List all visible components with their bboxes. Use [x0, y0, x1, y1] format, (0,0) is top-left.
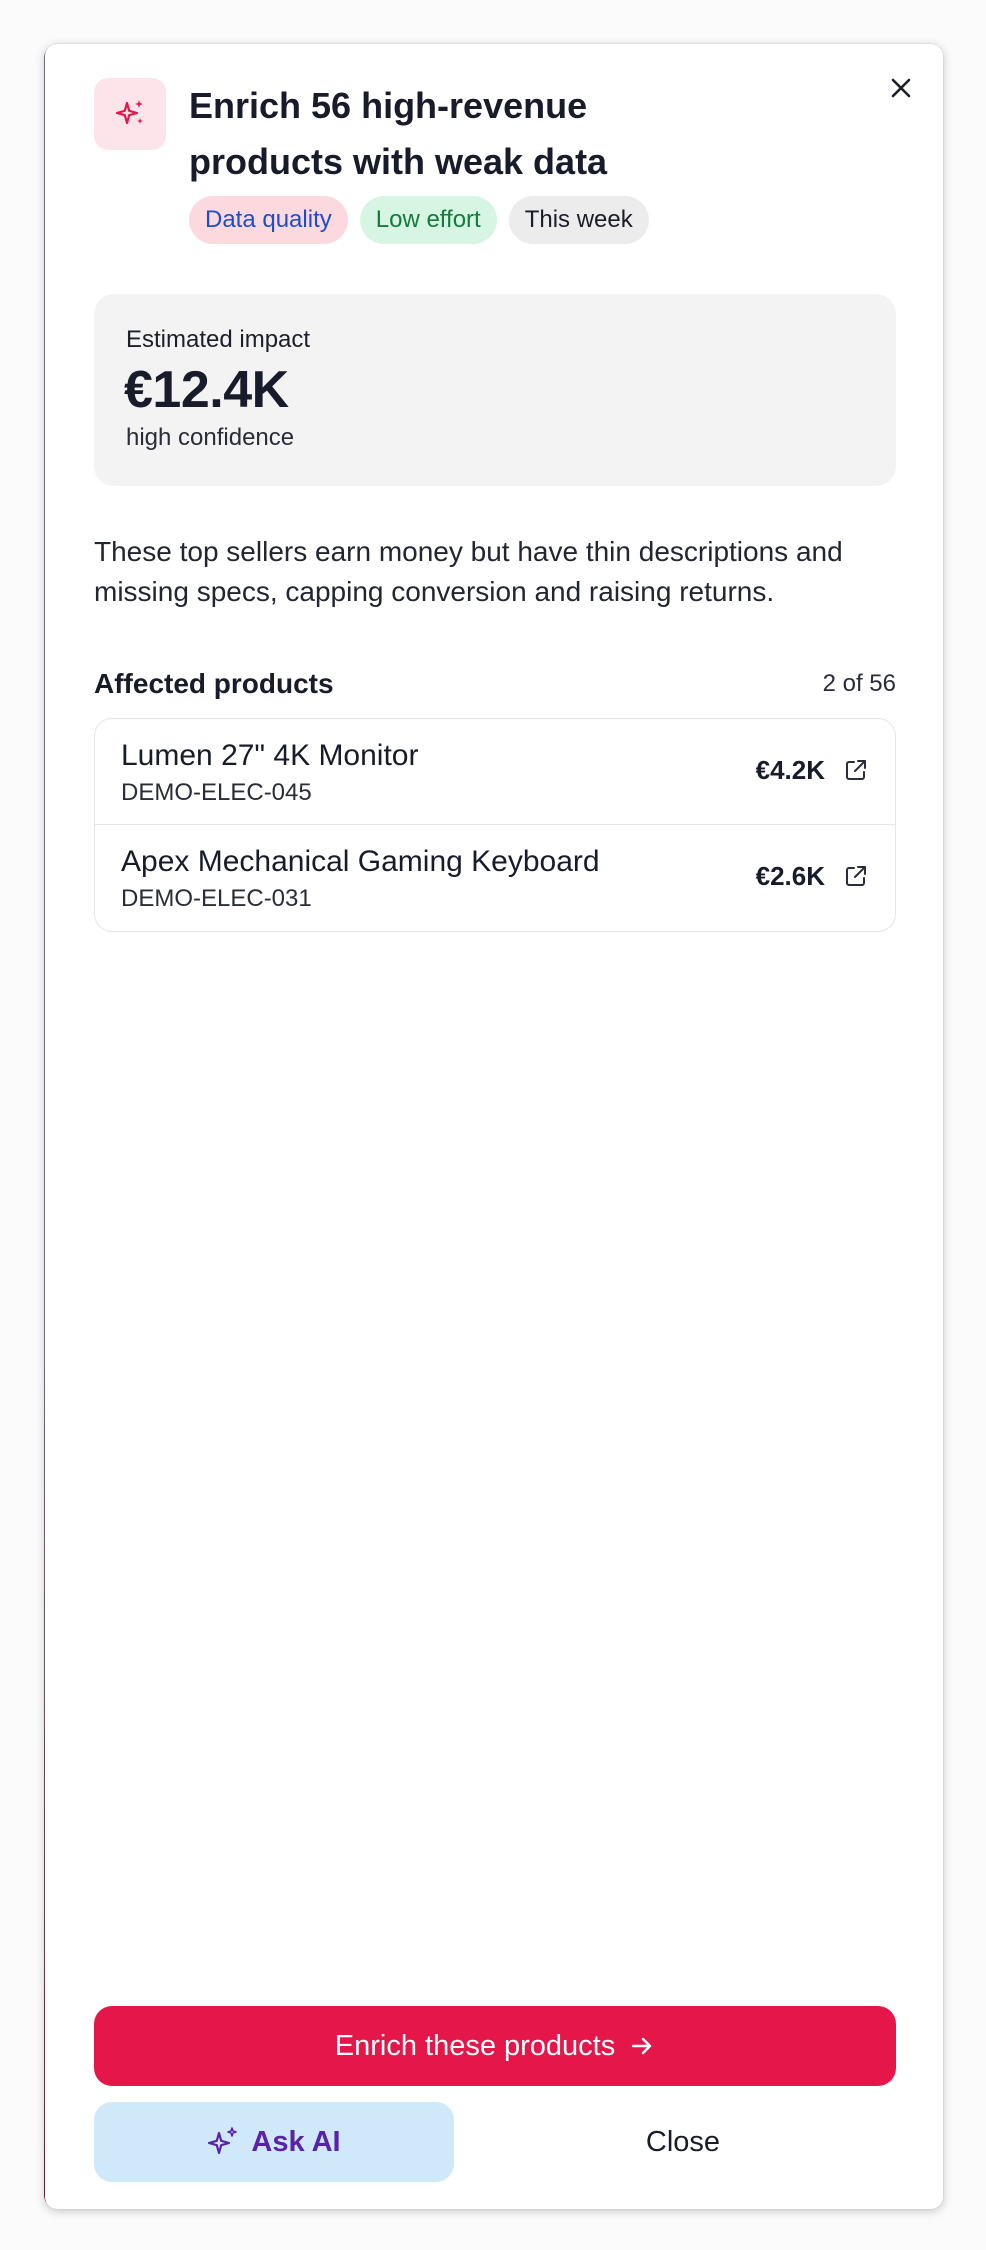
close-icon[interactable] — [881, 68, 921, 108]
product-amount: €2.6K — [755, 861, 825, 891]
tag-data-quality: Data quality — [189, 196, 348, 244]
description: These top sellers earn money but have th… — [94, 536, 843, 607]
sparkles-icon — [208, 2127, 238, 2155]
impact-confidence: high confidence — [126, 424, 295, 451]
enrich-button-label: Enrich these products — [334, 2029, 616, 2062]
impact-value: €12.4K — [124, 361, 289, 419]
dialog-title: Enrich 56 high-revenue products with wea… — [189, 85, 608, 182]
sparkles-icon — [94, 78, 166, 150]
tag-low-effort: Low effort — [359, 196, 497, 244]
tag-list: Data quality Low effort This week — [189, 196, 649, 244]
ask-ai-label: Ask AI — [251, 2125, 341, 2158]
section-title: Affected products — [94, 668, 334, 699]
external-link-icon[interactable] — [841, 861, 871, 891]
product-list: Lumen 27" 4K Monitor DEMO-ELEC-045 €4.2K… — [94, 718, 896, 932]
product-name: Apex Mechanical Gaming Keyboard — [121, 845, 600, 878]
affected-products-header: Affected products 2 of 56 — [94, 664, 896, 704]
product-row[interactable]: Apex Mechanical Gaming Keyboard DEMO-ELE… — [95, 825, 895, 931]
product-name: Lumen 27" 4K Monitor — [121, 739, 419, 772]
product-sku: DEMO-ELEC-031 — [121, 885, 312, 912]
recommendation-dialog: Enrich 56 high-revenue products with wea… — [45, 44, 943, 2209]
impact-card: Estimated impact €12.4K high confidence — [94, 294, 896, 486]
page: Enrich 56 high-revenue products with wea… — [0, 0, 986, 2250]
product-amount: €4.2K — [755, 755, 825, 785]
enrich-products-button[interactable]: Enrich these products — [94, 2006, 896, 2086]
impact-label: Estimated impact — [126, 326, 311, 353]
arrow-right-icon — [632, 2037, 652, 2055]
tag-this-week: This week — [508, 196, 649, 244]
product-sku: DEMO-ELEC-045 — [121, 779, 312, 806]
ask-ai-button[interactable]: Ask AI — [94, 2102, 454, 2182]
product-row[interactable]: Lumen 27" 4K Monitor DEMO-ELEC-045 €4.2K — [95, 719, 895, 825]
close-button[interactable]: Close — [470, 2102, 896, 2182]
external-link-icon[interactable] — [841, 755, 871, 785]
product-count: 2 of 56 — [822, 670, 896, 697]
